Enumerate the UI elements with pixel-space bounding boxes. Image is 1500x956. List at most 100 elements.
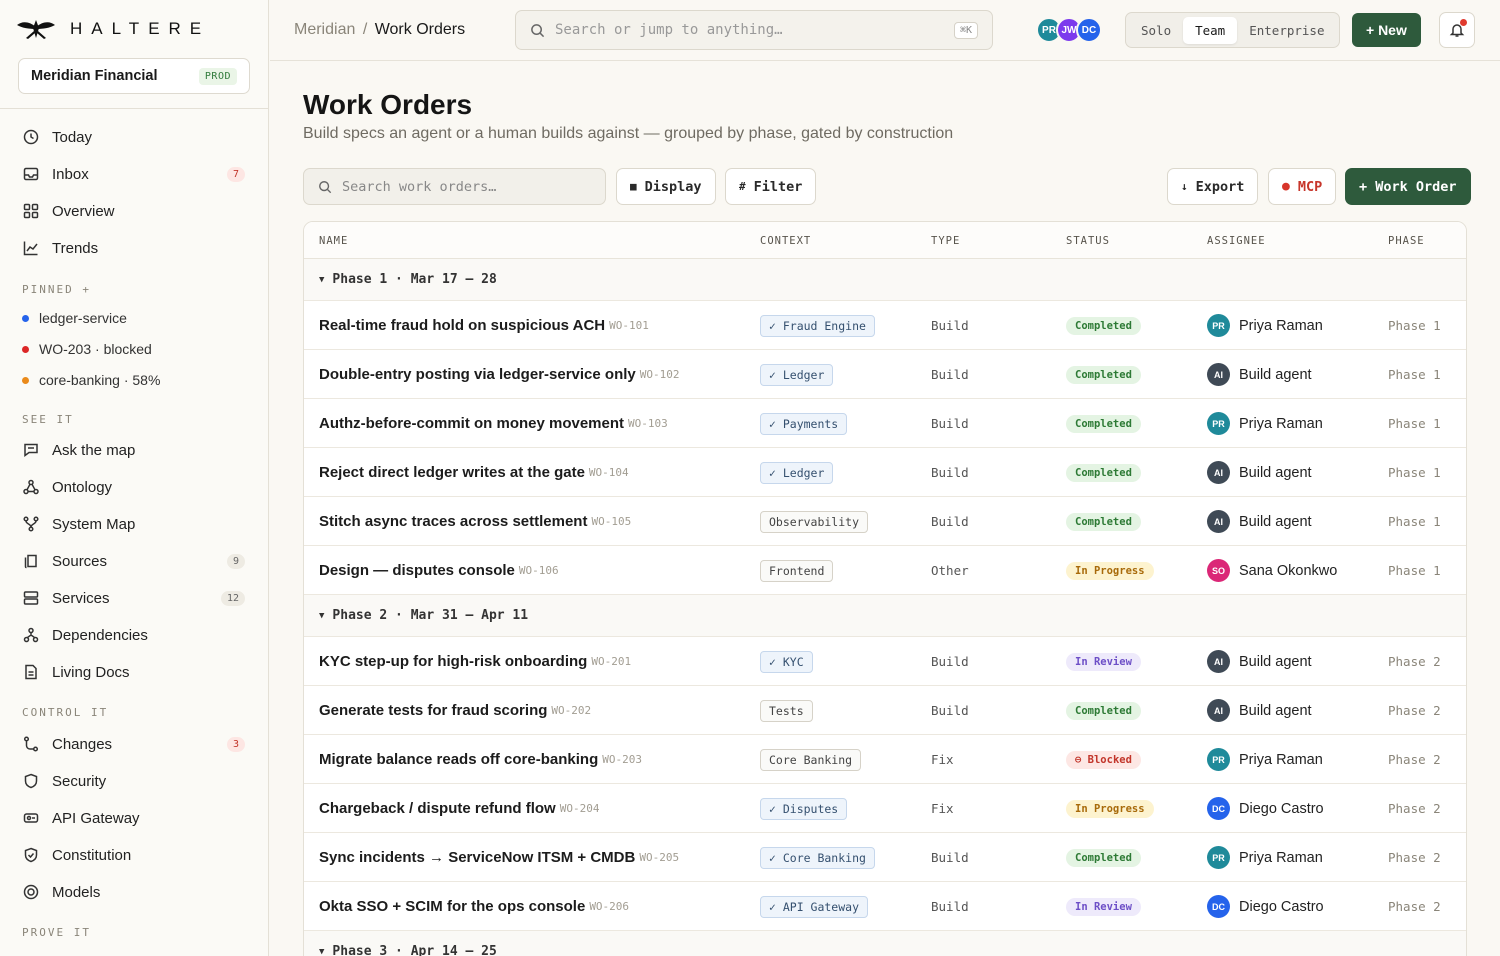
table-row[interactable]: Double-entry posting via ledger-service …: [304, 350, 1466, 399]
context-chip[interactable]: ✓ Core Banking: [760, 846, 875, 869]
context-chip[interactable]: ✓ Ledger: [760, 461, 834, 484]
chevron-down-icon: ▼: [319, 274, 325, 285]
table-row[interactable]: Authz-before-commit on money movement WO-…: [304, 399, 1466, 448]
add-work-order-button[interactable]: + Work Order: [1345, 168, 1471, 205]
pinned-item[interactable]: ledger-service: [22, 310, 127, 326]
sidebar-item-models[interactable]: Models: [0, 877, 268, 907]
breadcrumb-parent[interactable]: Meridian: [294, 21, 355, 38]
context-cell: ✓ API Gateway: [760, 882, 869, 931]
table-row[interactable]: Chargeback / dispute refund flow WO-204 ✓ …: [304, 784, 1466, 833]
work-order-name-cell[interactable]: Okta SSO + SCIM for the ops console WO-20…: [319, 882, 629, 931]
work-order-name-cell[interactable]: Authz-before-commit on money movement WO-…: [319, 399, 668, 448]
work-order-name-cell[interactable]: Reject direct ledger writes at the gate W…: [319, 448, 629, 497]
work-order-search-input[interactable]: [342, 178, 582, 195]
work-order-name-cell[interactable]: Double-entry posting via ledger-service …: [319, 350, 680, 399]
phase-group-header[interactable]: ▼ Phase 2 · Mar 31 – Apr 11: [304, 595, 1466, 637]
assignee-cell[interactable]: AI Build agent: [1207, 497, 1312, 546]
sidebar-item-trends[interactable]: Trends: [0, 233, 268, 263]
pinned-item-label: ledger-service: [39, 310, 127, 326]
collaborator-avatars[interactable]: PR JW DC: [1036, 17, 1102, 43]
column-header-assignee[interactable]: ASSIGNEE: [1207, 235, 1266, 247]
sidebar-item-overview[interactable]: Overview: [0, 196, 268, 226]
sidebar-item-services[interactable]: Services 12: [0, 583, 268, 613]
context-chip[interactable]: ✓ Payments: [760, 412, 848, 435]
table-row[interactable]: Migrate balance reads off core-banking WO…: [304, 735, 1466, 784]
context-chip[interactable]: ✓ KYC: [760, 650, 813, 673]
context-chip[interactable]: ✓ Fraud Engine: [760, 314, 875, 337]
assignee-cell[interactable]: DC Diego Castro: [1207, 784, 1324, 833]
sidebar-item-living-docs[interactable]: Living Docs: [0, 657, 268, 687]
mode-enterprise[interactable]: Enterprise: [1237, 17, 1336, 44]
assignee-cell[interactable]: PR Priya Raman: [1207, 399, 1323, 448]
table-row[interactable]: Reject direct ledger writes at the gate W…: [304, 448, 1466, 497]
global-search-input[interactable]: [555, 22, 935, 38]
context-chip[interactable]: Observability: [760, 510, 869, 533]
context-chip[interactable]: Core Banking: [760, 748, 862, 771]
assignee-cell[interactable]: SO Sana Okonkwo: [1207, 546, 1337, 595]
assignee-cell[interactable]: AI Build agent: [1207, 686, 1312, 735]
filter-button[interactable]: # Filter: [725, 168, 817, 205]
assignee-cell[interactable]: PR Priya Raman: [1207, 735, 1323, 784]
mode-team[interactable]: Team: [1183, 16, 1238, 44]
column-header-phase[interactable]: PHASE: [1388, 235, 1425, 247]
sidebar-item-changes[interactable]: Changes 3: [0, 729, 268, 759]
work-order-name-cell[interactable]: KYC step-up for high-risk onboarding WO-2…: [319, 637, 631, 686]
mcp-button[interactable]: ● MCP: [1268, 168, 1337, 205]
table-row[interactable]: Stitch async traces across settlement WO-…: [304, 497, 1466, 546]
work-order-name-cell[interactable]: Migrate balance reads off core-banking WO…: [319, 735, 642, 784]
sidebar-item-api-gateway[interactable]: API Gateway: [0, 803, 268, 833]
sidebar-item-system-map[interactable]: System Map: [0, 509, 268, 539]
work-order-name-cell[interactable]: Generate tests for fraud scoring WO-202: [319, 686, 591, 735]
work-order-name-cell[interactable]: Chargeback / dispute refund flow WO-204: [319, 784, 599, 833]
table-row[interactable]: Design — disputes console WO-106 Frontend O…: [304, 546, 1466, 595]
export-button[interactable]: ↓ Export: [1167, 168, 1259, 205]
table-row[interactable]: Okta SSO + SCIM for the ops console WO-20…: [304, 882, 1466, 931]
assignee-cell[interactable]: PR Priya Raman: [1207, 301, 1323, 350]
sidebar-item-today[interactable]: Today: [0, 122, 268, 152]
assignee-cell[interactable]: AI Build agent: [1207, 350, 1312, 399]
phase-group-header[interactable]: ▼ Phase 1 · Mar 17 – 28: [304, 259, 1466, 301]
phase-group-header[interactable]: ▼ Phase 3 · Apr 14 – 25: [304, 931, 1466, 956]
new-button[interactable]: + New: [1352, 13, 1421, 47]
context-cell: ✓ Payments: [760, 399, 848, 448]
table-row[interactable]: KYC step-up for high-risk onboarding WO-2…: [304, 637, 1466, 686]
sidebar-item-dependencies[interactable]: Dependencies: [0, 620, 268, 650]
pinned-item[interactable]: WO-203 · blocked: [22, 341, 152, 357]
work-order-name-cell[interactable]: Real-time fraud hold on suspicious ACH WO…: [319, 301, 649, 350]
sidebar-item-ask-the-map[interactable]: Ask the map: [0, 435, 268, 465]
context-chip[interactable]: Frontend: [760, 559, 834, 582]
sidebar-item-sources[interactable]: Sources 9: [0, 546, 268, 576]
column-header-type[interactable]: TYPE: [931, 235, 960, 247]
context-chip[interactable]: ✓ API Gateway: [760, 895, 869, 918]
column-header-context[interactable]: CONTEXT: [760, 235, 811, 247]
context-chip[interactable]: ✓ Ledger: [760, 363, 834, 386]
work-order-name-cell[interactable]: Design — disputes console WO-106: [319, 546, 559, 595]
table-row[interactable]: Sync incidents → ServiceNow ITSM + CMDB W…: [304, 833, 1466, 882]
org-switcher[interactable]: Meridian Financial PROD: [18, 58, 250, 94]
work-order-id: WO-105: [591, 515, 632, 528]
pinned-item[interactable]: core-banking · 58%: [22, 372, 160, 388]
brand[interactable]: HALTERE: [0, 0, 268, 58]
assignee-cell[interactable]: AI Build agent: [1207, 637, 1312, 686]
work-order-name-cell[interactable]: Sync incidents → ServiceNow ITSM + CMDB W…: [319, 833, 679, 882]
work-order-name-cell[interactable]: Stitch async traces across settlement WO-…: [319, 497, 631, 546]
display-button[interactable]: ■ Display: [616, 168, 716, 205]
table-row[interactable]: Generate tests for fraud scoring WO-202 Te…: [304, 686, 1466, 735]
record-dot-icon: ●: [1282, 179, 1290, 194]
work-order-search[interactable]: [303, 168, 606, 205]
assignee-cell[interactable]: DC Diego Castro: [1207, 882, 1324, 931]
table-row[interactable]: Real-time fraud hold on suspicious ACH WO…: [304, 301, 1466, 350]
column-header-status[interactable]: STATUS: [1066, 235, 1110, 247]
global-search[interactable]: ⌘K: [515, 10, 993, 50]
sidebar-item-security[interactable]: Security: [0, 766, 268, 796]
assignee-cell[interactable]: PR Priya Raman: [1207, 833, 1323, 882]
context-chip[interactable]: Tests: [760, 699, 813, 722]
assignee-cell[interactable]: AI Build agent: [1207, 448, 1312, 497]
sidebar-item-constitution[interactable]: Constitution: [0, 840, 268, 870]
context-chip[interactable]: ✓ Disputes: [760, 797, 848, 820]
mode-solo[interactable]: Solo: [1129, 17, 1183, 44]
sidebar-item-ontology[interactable]: Ontology: [0, 472, 268, 502]
notifications-button[interactable]: [1439, 12, 1475, 48]
column-header-name[interactable]: NAME: [319, 235, 348, 247]
sidebar-item-inbox[interactable]: Inbox 7: [0, 159, 268, 189]
